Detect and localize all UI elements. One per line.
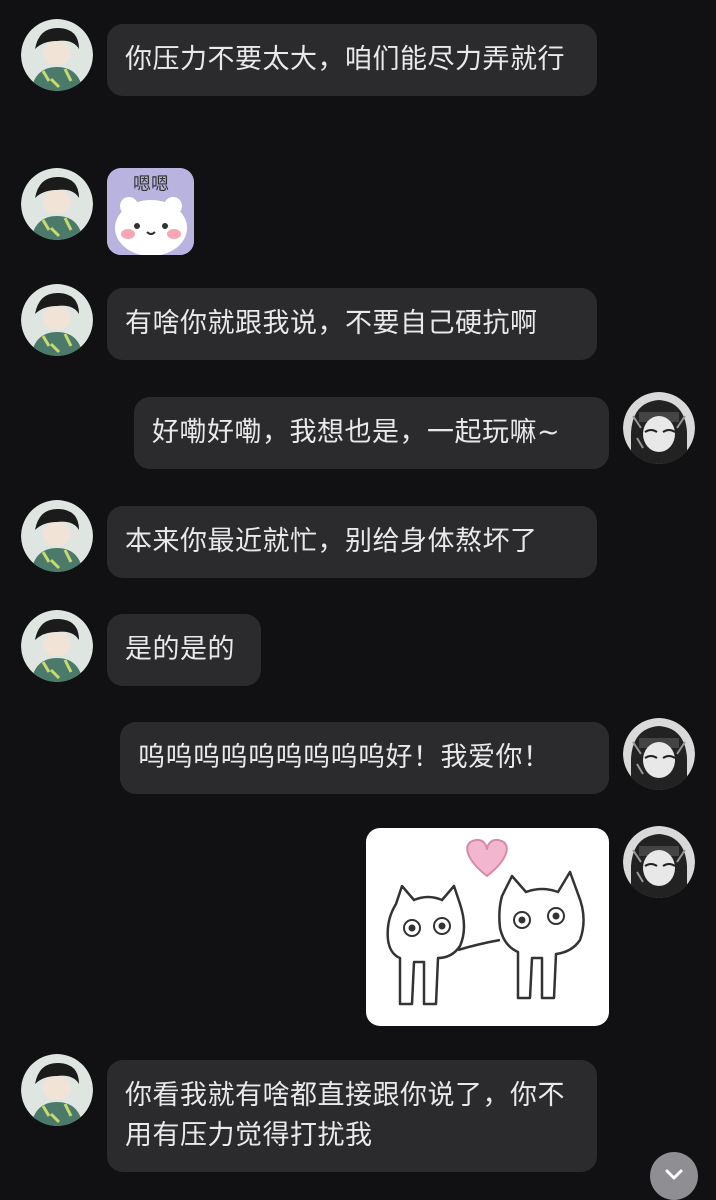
my-avatar[interactable] bbox=[623, 392, 695, 464]
message-bubble-text[interactable]: 本来你最近就忙，别给身体熬坏了 bbox=[107, 506, 597, 578]
friend-avatar[interactable] bbox=[21, 284, 93, 356]
friend-avatar[interactable] bbox=[21, 168, 93, 240]
message-bubble-text[interactable]: 好嘞好嘞，我想也是，一起玩嘛~ bbox=[134, 397, 609, 469]
friend-avatar[interactable] bbox=[21, 500, 93, 572]
message-bubble-text[interactable]: 你压力不要太大，咱们能尽力弄就行 bbox=[107, 24, 597, 96]
bear-sticker[interactable]: 嗯嗯 bbox=[107, 168, 194, 255]
message-bubble-text[interactable]: 是的是的 bbox=[107, 614, 261, 686]
scroll-to-bottom-button[interactable] bbox=[650, 1152, 698, 1200]
message-bubble-text[interactable]: 呜呜呜呜呜呜呜呜呜好！我爱你！ bbox=[120, 722, 609, 794]
chevron-down-icon bbox=[662, 1162, 686, 1190]
friend-avatar[interactable] bbox=[21, 1054, 93, 1126]
two-cats-heart-sticker[interactable] bbox=[366, 828, 609, 1026]
my-avatar[interactable] bbox=[623, 718, 695, 790]
message-bubble-text[interactable]: 你看我就有啥都直接跟你说了，你不用有压力觉得打扰我 bbox=[107, 1060, 597, 1172]
message-bubble-text[interactable]: 有啥你就跟我说，不要自己硬抗啊 bbox=[107, 288, 597, 360]
my-avatar[interactable] bbox=[623, 826, 695, 898]
sticker-caption: 嗯嗯 bbox=[133, 174, 169, 195]
friend-avatar[interactable] bbox=[21, 610, 93, 682]
chat-message-list[interactable]: 你压力不要太大，咱们能尽力弄就行 嗯嗯 有啥你就跟我说，不要自己硬抗啊 好嘞好嘞… bbox=[0, 0, 716, 1200]
friend-avatar[interactable] bbox=[21, 19, 93, 91]
